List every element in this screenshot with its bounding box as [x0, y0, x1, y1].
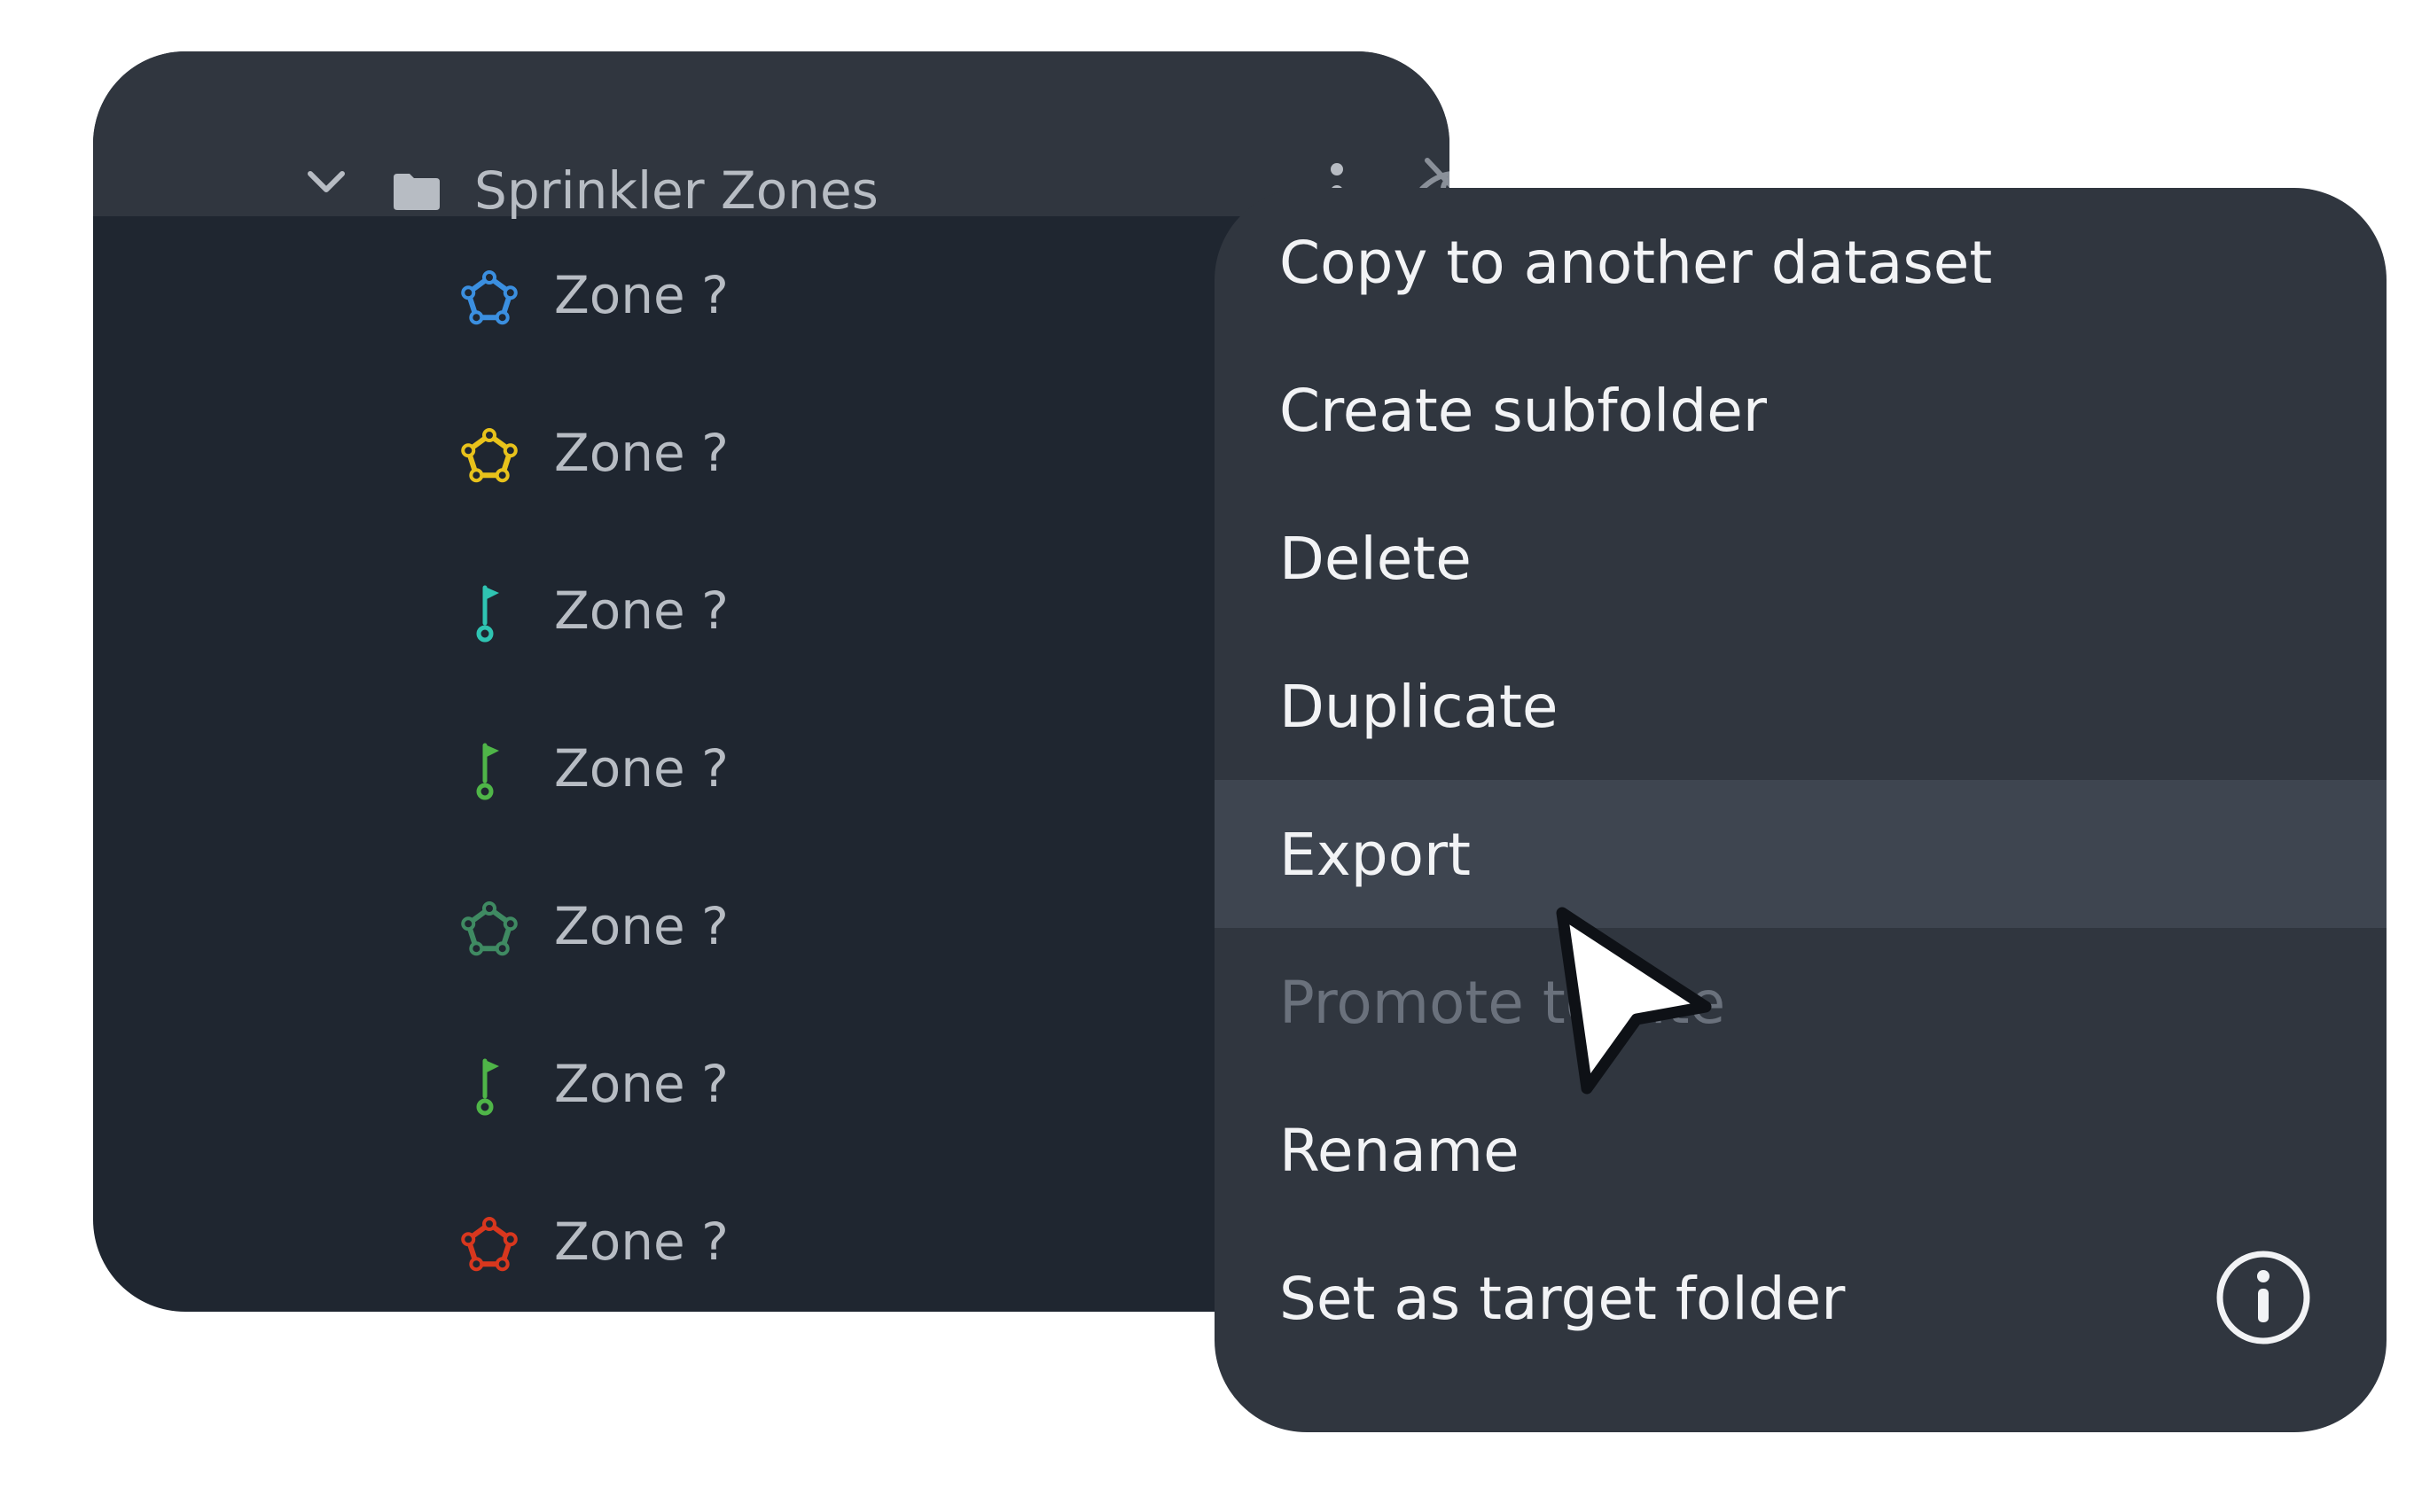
polygon-icon	[458, 1213, 520, 1275]
menu-item-rename[interactable]: Rename	[1215, 1076, 2387, 1224]
menu-item-copy-to-another-dataset[interactable]: Copy to another dataset	[1215, 188, 2387, 336]
menu-item-promote-to-site: Promote to site	[1215, 928, 2387, 1076]
layer-name: Zone ?	[554, 1212, 729, 1272]
layer-name: Zone ?	[554, 581, 729, 641]
folder-context-menu: Copy to another dataset Create subfolder…	[1215, 188, 2387, 1432]
menu-item-export[interactable]: Export	[1215, 780, 2387, 928]
menu-item-label: Export	[1279, 821, 1472, 889]
polygon-icon	[458, 267, 520, 329]
menu-item-label: Create subfolder	[1279, 377, 1767, 445]
chevron-down-icon[interactable]	[306, 168, 347, 199]
menu-item-delete[interactable]: Delete	[1215, 484, 2387, 632]
layer-name: Zone ?	[554, 423, 729, 483]
menu-item-label: Copy to another dataset	[1279, 229, 1993, 297]
mouse-pointer-icon	[1550, 904, 1727, 1111]
layer-name: Zone ?	[554, 738, 729, 799]
layer-name: Zone ?	[554, 896, 729, 956]
flag-pin-icon	[458, 582, 520, 644]
menu-item-create-subfolder[interactable]: Create subfolder	[1215, 336, 2387, 484]
polygon-icon	[458, 425, 520, 487]
menu-item-duplicate[interactable]: Duplicate	[1215, 632, 2387, 780]
menu-item-label: Delete	[1279, 525, 1472, 593]
menu-item-label: Duplicate	[1279, 673, 1559, 741]
menu-item-label: Rename	[1279, 1117, 1519, 1185]
flag-pin-icon	[458, 1056, 520, 1118]
folder-name: Sprinkler Zones	[474, 160, 879, 221]
menu-item-label: Set as target folder	[1279, 1265, 1846, 1333]
layer-name: Zone ?	[554, 265, 729, 325]
layer-name: Zone ?	[554, 1054, 729, 1114]
info-icon[interactable]	[2215, 1249, 2312, 1350]
polygon-icon	[458, 898, 520, 960]
menu-item-set-as-target-folder[interactable]: Set as target folder	[1215, 1224, 2387, 1372]
flag-pin-icon	[458, 740, 520, 802]
folder-icon	[392, 172, 441, 214]
